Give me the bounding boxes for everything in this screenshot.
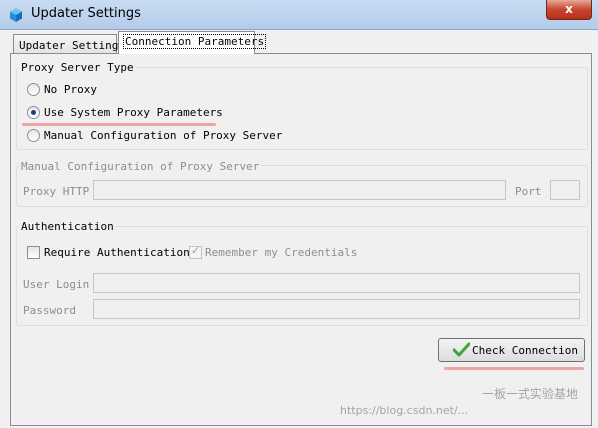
app-cube-icon [10,8,22,22]
radio-system-proxy[interactable] [27,106,40,119]
require-auth-checkbox[interactable] [27,246,40,259]
user-login-field[interactable] [93,273,580,293]
remember-credentials-label: Remember my Credentials [205,246,358,259]
remember-credentials-checkbox[interactable]: ✓ [189,244,202,259]
window-title: Updater Settings [31,6,141,21]
watermark-text: 一板一式实验基地 [482,387,579,401]
radio-manual-proxy-label: Manual Configuration of Proxy Server [44,129,283,142]
check-connection-label: Check Connection [472,344,578,357]
port-field[interactable] [550,180,580,200]
checkmark-icon: ✓ [191,244,201,257]
title-bar: Updater Settings x [0,0,598,30]
port-label: Port [515,185,542,198]
require-auth-label: Require Authentication [44,246,190,259]
tab-label: Connection Parameters [122,34,267,49]
watermark-url: https://blog.csdn.net/... [340,404,469,417]
manual-config-title: Manual Configuration of Proxy Server [19,160,262,173]
proxy-type-title: Proxy Server Type [19,61,136,74]
check-connection-button[interactable]: Check Connection [438,338,585,362]
user-login-label: User Login [23,278,90,291]
radio-system-proxy-label: Use System Proxy Parameters [44,106,223,119]
authentication-title: Authentication [19,220,116,233]
tab-label: Updater Settings [19,39,125,52]
proxy-http-label: Proxy HTTP [23,185,90,198]
radio-no-proxy-label: No Proxy [44,83,97,96]
highlight-underline-2 [444,367,584,370]
radio-no-proxy[interactable] [27,83,40,96]
password-label: Password [23,304,76,317]
close-button[interactable]: x [546,0,592,20]
highlight-underline [22,123,216,126]
tab-updater-settings[interactable]: Updater Settings [13,34,125,54]
proxy-http-field[interactable] [93,180,506,200]
green-check-icon [453,342,470,357]
password-field[interactable] [93,299,580,319]
tab-connection-parameters[interactable]: Connection Parameters [118,31,267,54]
radio-manual-proxy[interactable] [27,129,40,142]
